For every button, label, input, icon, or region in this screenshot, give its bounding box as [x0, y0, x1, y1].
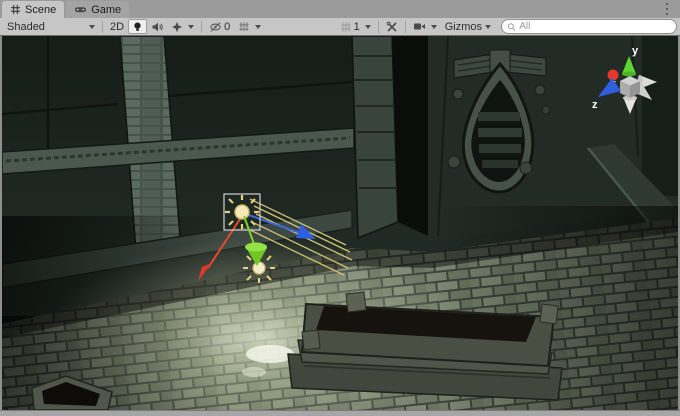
- audio-toggle[interactable]: [147, 19, 167, 34]
- tab-bar: Scene Game: [0, 0, 680, 18]
- camera-icon: [413, 21, 426, 32]
- shading-mode-dropdown[interactable]: Shaded: [3, 19, 99, 34]
- gizmos-chevron-icon: [485, 25, 491, 29]
- window-menu-icon[interactable]: [662, 3, 672, 15]
- hidden-count: 0: [224, 21, 230, 33]
- scene-render: y x z: [2, 36, 678, 410]
- tool-settings-button[interactable]: [382, 19, 402, 34]
- eye-crossed-icon: [209, 21, 222, 33]
- grid-dropdown-icon[interactable]: [255, 25, 261, 29]
- chevron-down-icon: [89, 25, 95, 29]
- snap-grid-icon: [340, 21, 352, 33]
- axis-z-label: z: [592, 99, 598, 111]
- axis-y-label: y: [632, 45, 639, 57]
- snap-value: 1: [354, 21, 360, 33]
- snap-settings[interactable]: 1: [336, 19, 375, 34]
- tab-scene[interactable]: Scene: [2, 1, 64, 18]
- window-bottom-edge: [0, 410, 680, 416]
- effects-sparkle-icon: [171, 21, 183, 33]
- scene-grid-icon: [10, 4, 21, 15]
- lighting-toggle[interactable]: [128, 19, 147, 34]
- gizmos-label: Gizmos: [445, 21, 482, 33]
- 2d-toggle[interactable]: 2D: [106, 19, 128, 34]
- scene-viewport[interactable]: y x z: [2, 36, 678, 410]
- tab-game[interactable]: Game: [66, 1, 129, 18]
- gamepad-icon: [74, 4, 87, 15]
- toolbar-separator: [102, 21, 103, 33]
- search-icon: [507, 22, 516, 32]
- effects-dropdown-icon[interactable]: [188, 25, 194, 29]
- scene-view-window: Scene Game Shaded 2D: [0, 0, 680, 416]
- speaker-icon: [151, 21, 163, 33]
- search-input[interactable]: [519, 21, 671, 32]
- toolbar-right-group: 1 Gizmos: [336, 19, 677, 34]
- scene-toolbar: Shaded 2D: [0, 18, 680, 36]
- grid-plane-icon: [238, 21, 250, 33]
- effects-toggle[interactable]: [167, 19, 198, 34]
- toolbar-separator: [378, 21, 379, 33]
- tab-game-label: Game: [91, 4, 121, 16]
- gizmos-dropdown[interactable]: Gizmos: [441, 19, 495, 34]
- scene-search-field[interactable]: [501, 19, 677, 34]
- shading-mode-label: Shaded: [7, 21, 45, 33]
- camera-settings[interactable]: [409, 19, 441, 34]
- tab-scene-label: Scene: [25, 4, 56, 16]
- toolbar-separator: [405, 21, 406, 33]
- 2d-label: 2D: [110, 21, 124, 33]
- hidden-objects-toggle[interactable]: 0: [205, 19, 234, 34]
- tools-icon: [386, 21, 398, 33]
- directional-light-gizmo[interactable]: [224, 194, 260, 230]
- toolbar-separator: [201, 21, 202, 33]
- light-bulb-icon: [132, 21, 143, 33]
- snap-dropdown-icon[interactable]: [365, 25, 371, 29]
- camera-dropdown-icon[interactable]: [431, 25, 437, 29]
- grid-visibility-toggle[interactable]: [234, 19, 265, 34]
